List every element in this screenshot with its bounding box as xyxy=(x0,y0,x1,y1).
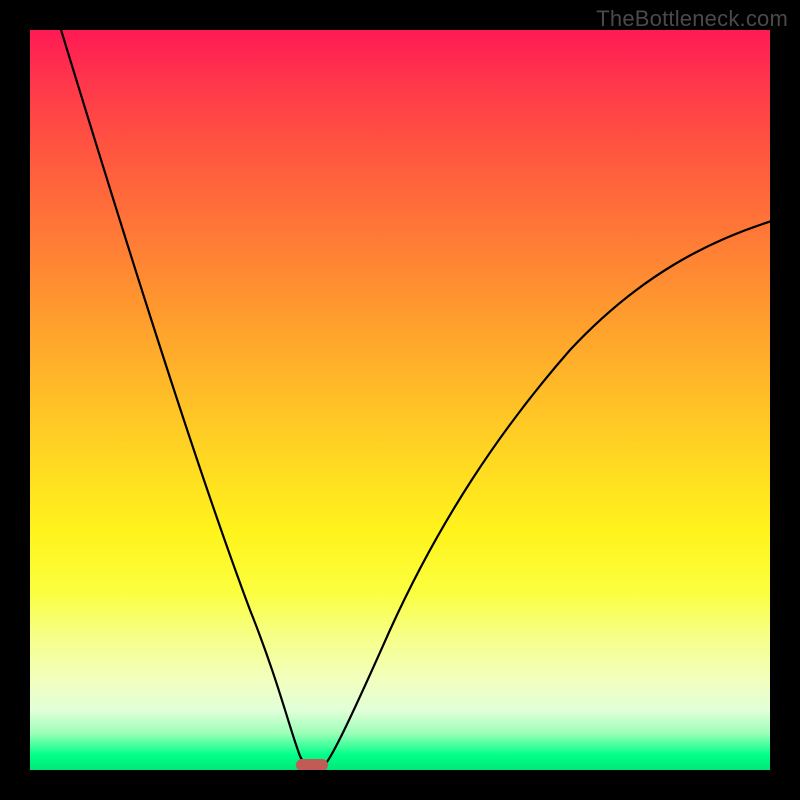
curve-layer xyxy=(30,30,770,770)
chart-frame: TheBottleneck.com xyxy=(0,0,800,800)
watermark-text: TheBottleneck.com xyxy=(596,6,788,32)
min-marker xyxy=(296,759,328,770)
curve-left-branch xyxy=(58,30,310,768)
plot-area xyxy=(30,30,770,770)
curve-right-branch xyxy=(322,220,770,768)
